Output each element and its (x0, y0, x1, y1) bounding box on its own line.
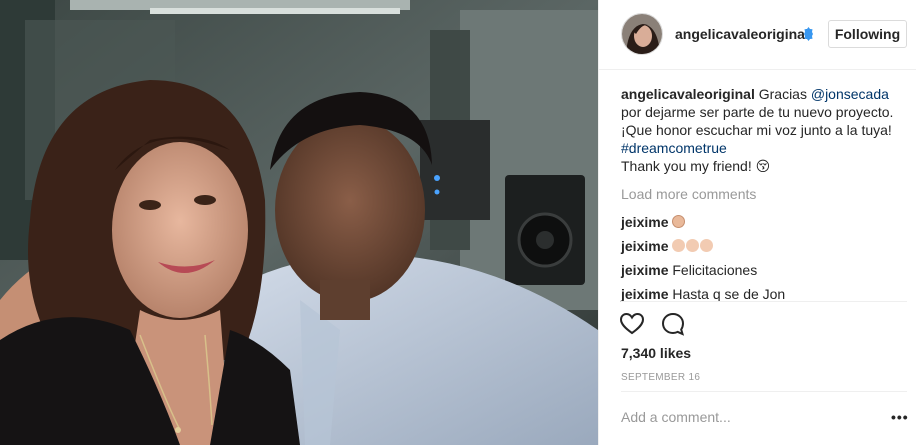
add-comment-input[interactable]: Add a comment... (621, 409, 731, 425)
clapping-hands-emoji-icon (672, 239, 686, 252)
caption-text-2: por dejarme ser parte de tu nuevo proyec… (621, 104, 894, 138)
avatar[interactable] (621, 13, 663, 55)
post-header: angelicavaleoriginal Following (599, 0, 916, 70)
comment-item: jeixime (621, 237, 911, 255)
comment-text: Hasta q se de Jon (672, 286, 786, 302)
comment-item: jeixime Felicitaciones (621, 261, 911, 279)
comment-username[interactable]: jeixime (621, 286, 668, 302)
clapping-hands-emoji-icon (700, 239, 714, 252)
divider (621, 391, 907, 392)
load-more-comments-link[interactable]: Load more comments (621, 186, 911, 206)
more-options-icon[interactable]: ••• (891, 410, 908, 424)
likes-count[interactable]: 7,340 likes (621, 345, 691, 361)
post-side-panel: angelicavaleoriginal Following angelicav… (598, 0, 916, 445)
comment-username[interactable]: jeixime (621, 238, 668, 254)
post-date[interactable]: SEPTEMBER 16 (621, 372, 700, 383)
comments-section: angelicavaleoriginal Gracias @jonsecada … (621, 85, 911, 303)
following-button[interactable]: Following (828, 20, 907, 48)
heart-icon[interactable] (619, 311, 645, 337)
comment-bubble-icon[interactable] (660, 311, 686, 337)
verified-badge-icon (804, 27, 813, 41)
post-caption: angelicavaleoriginal Gracias @jonsecada … (621, 85, 911, 175)
comment-username[interactable]: jeixime (621, 262, 668, 278)
caption-text-3: Thank you my friend! 😚 (621, 158, 771, 174)
caption-text-1: Gracias (758, 86, 811, 102)
header-username[interactable]: angelicavaleoriginal (675, 26, 809, 42)
comment-username[interactable]: jeixime (621, 214, 668, 230)
post-photo[interactable] (0, 0, 598, 445)
divider (621, 301, 907, 302)
caption-mention-link[interactable]: @jonsecada (811, 86, 889, 102)
caption-username[interactable]: angelicavaleoriginal (621, 86, 755, 102)
clapping-hands-emoji-icon (686, 239, 700, 252)
comment-text: Felicitaciones (672, 262, 758, 278)
comment-item: jeixime (621, 213, 911, 231)
face-emoji-icon (672, 215, 686, 228)
caption-hashtag-link[interactable]: #dreamcometrue (621, 140, 727, 156)
